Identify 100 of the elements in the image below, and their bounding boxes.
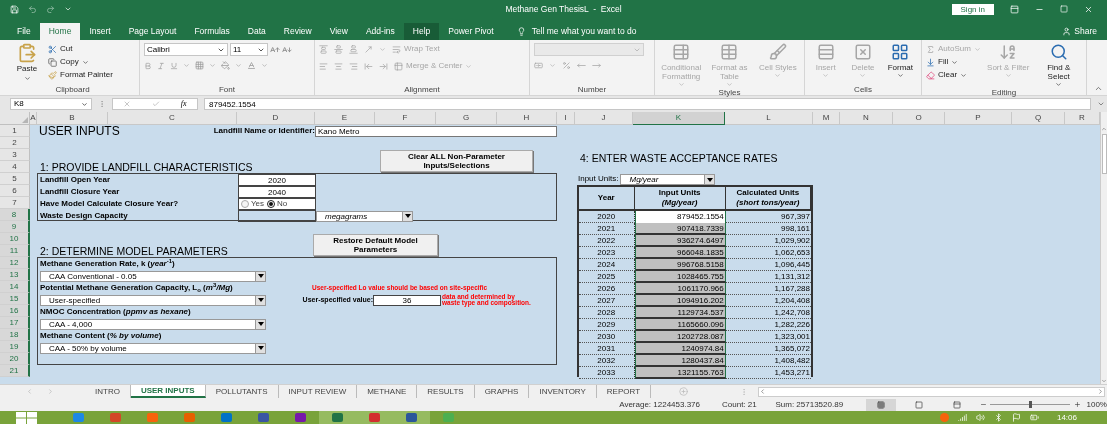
taskbar-button[interactable] <box>319 411 356 424</box>
column-header[interactable]: G <box>436 112 497 125</box>
italic-icon[interactable] <box>157 61 165 70</box>
fill-color-icon[interactable] <box>221 61 230 70</box>
column-header[interactable]: J <box>575 112 633 125</box>
next-sheet-icon[interactable] <box>47 388 54 395</box>
table-cell[interactable]: 1321155.763 <box>634 367 726 379</box>
scroll-left-icon[interactable] <box>759 388 767 395</box>
undo-icon[interactable] <box>28 4 37 14</box>
input-field[interactable]: Kano Metro <box>315 125 557 137</box>
bluetooth-icon[interactable] <box>993 413 1003 422</box>
row-header[interactable]: 17 <box>0 317 30 329</box>
row-header[interactable]: 18 <box>0 329 30 341</box>
table-cell[interactable]: 1202728.087 <box>634 331 726 343</box>
input-field[interactable]: 36 <box>373 294 441 306</box>
name-box[interactable]: K8 <box>10 98 92 110</box>
app-icon[interactable] <box>147 413 158 422</box>
column-header[interactable]: N <box>840 112 893 125</box>
row-header[interactable]: 20 <box>0 353 30 365</box>
ribbon-tab[interactable]: Formulas <box>185 23 239 40</box>
insert-function-button[interactable]: fx <box>180 98 187 110</box>
font-color-icon[interactable] <box>247 61 256 70</box>
app-icon[interactable] <box>406 413 417 422</box>
dropdown-field[interactable]: CAA - 4,000 <box>40 318 266 330</box>
flag-icon[interactable] <box>1011 413 1021 422</box>
ribbon-tab[interactable]: Home <box>39 23 81 40</box>
ribbon-button[interactable]: Cut <box>48 43 113 55</box>
ribbon-tab[interactable]: File <box>8 23 40 40</box>
app-icon[interactable] <box>258 413 269 422</box>
formula-field[interactable]: 879452.1554 <box>204 98 1091 110</box>
zoom-slider[interactable] <box>990 400 1070 409</box>
row-header[interactable]: 2 <box>0 137 30 149</box>
app-icon[interactable] <box>295 413 306 422</box>
restore-icon[interactable] <box>1060 5 1068 13</box>
column-header[interactable]: O <box>893 112 945 125</box>
row-header[interactable]: 11 <box>0 245 30 257</box>
table-cell[interactable]: 1240974.84 <box>634 343 726 355</box>
ribbon-button[interactable]: Format Painter <box>48 69 113 81</box>
ribbon-tab[interactable]: Data <box>238 23 275 40</box>
signal-icon[interactable] <box>957 413 967 422</box>
share-button[interactable]: Share <box>1062 23 1107 40</box>
table-cell[interactable]: 1165660.096 <box>634 319 726 331</box>
font-name-field[interactable]: Calibri <box>144 43 228 56</box>
column-header[interactable]: L <box>725 112 813 125</box>
tray-app-icon[interactable] <box>939 413 949 422</box>
input-field[interactable]: 2020 <box>238 174 316 186</box>
table-cell[interactable]: 907418.7339 <box>634 223 726 235</box>
shrink-font-icon[interactable] <box>282 44 292 55</box>
input-field[interactable]: 2040 <box>238 186 316 198</box>
column-header[interactable]: C <box>108 112 237 125</box>
row-header[interactable]: 15 <box>0 293 30 305</box>
ribbon-tab[interactable]: Review <box>274 23 321 40</box>
column-header[interactable]: R <box>1065 112 1100 125</box>
column-header[interactable]: I <box>557 112 575 125</box>
taskbar-button[interactable] <box>393 411 430 424</box>
radio-button[interactable] <box>241 200 249 208</box>
windows-logo-icon[interactable] <box>16 411 38 424</box>
row-header[interactable]: 10 <box>0 233 30 245</box>
ribbon-tab[interactable]: Add-ins <box>356 23 404 40</box>
radio-button[interactable] <box>267 200 276 208</box>
dropdown-field[interactable]: User-specified <box>40 294 266 306</box>
font-size-field[interactable]: 11 <box>230 43 268 56</box>
app-icon[interactable] <box>369 413 380 422</box>
app-icon[interactable] <box>221 413 232 422</box>
cancel-icon[interactable] <box>123 100 132 108</box>
ribbon-button[interactable]: Copy <box>48 56 113 68</box>
row-header[interactable]: 1 <box>0 125 30 137</box>
battery-icon[interactable] <box>1029 413 1039 422</box>
view-button[interactable] <box>865 398 896 411</box>
ribbon-tab[interactable]: View <box>320 23 357 40</box>
column-header[interactable]: E <box>315 112 375 125</box>
table-cell[interactable]: 936274.6497 <box>634 235 726 247</box>
ribbon-tab[interactable]: Page Layout <box>119 23 186 40</box>
dropdown-field[interactable]: megagrams <box>316 210 413 222</box>
sheet-tab[interactable]: USER INPUTS <box>130 385 206 398</box>
previous-sheet-icon[interactable] <box>26 388 33 395</box>
sign-in-button[interactable]: Sign in <box>951 3 994 15</box>
app-icon[interactable] <box>73 413 84 422</box>
table-cell[interactable]: 1028465.755 <box>634 271 726 283</box>
zoom-in-icon[interactable] <box>1073 401 1081 408</box>
column-header[interactable]: H <box>497 112 557 125</box>
column-header[interactable]: F <box>375 112 436 125</box>
scroll-up-icon[interactable] <box>1101 126 1107 132</box>
column-header[interactable]: D <box>237 112 315 125</box>
row-header[interactable]: 3 <box>0 149 30 161</box>
row-header[interactable]: 13 <box>0 269 30 281</box>
row-header[interactable]: 16 <box>0 305 30 317</box>
row-header[interactable]: 5 <box>0 173 30 185</box>
table-cell[interactable]: 879452.1554 <box>634 211 726 223</box>
underline-icon[interactable] <box>170 61 178 70</box>
column-header[interactable]: K <box>633 112 725 125</box>
app-icon[interactable] <box>184 413 195 422</box>
ribbon-button[interactable]: Find & Select <box>1035 43 1082 88</box>
ribbon-button[interactable]: Format <box>883 43 917 85</box>
ribbon-button[interactable]: Fill <box>926 56 981 68</box>
table-cell[interactable]: 1280437.84 <box>634 355 726 367</box>
add-sheet-icon[interactable] <box>679 387 689 396</box>
app-icon[interactable] <box>110 413 121 422</box>
vertical-scrollbar[interactable] <box>1100 112 1107 384</box>
column-header[interactable]: Q <box>1012 112 1065 125</box>
